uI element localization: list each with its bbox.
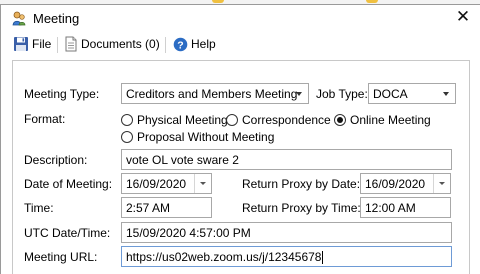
format-physical-label: Physical Meeting bbox=[137, 113, 228, 127]
window-title: Meeting bbox=[33, 11, 80, 26]
time-input[interactable]: 2:57 AM bbox=[121, 197, 212, 218]
meeting-url-input[interactable]: https://us02web.zoom.us/j/12345678 bbox=[121, 246, 452, 267]
format-physical-radio[interactable]: Physical Meeting bbox=[121, 113, 228, 127]
chevron-down-icon[interactable] bbox=[438, 84, 455, 103]
chevron-down-icon[interactable] bbox=[291, 84, 308, 103]
format-proposal-label: Proposal Without Meeting bbox=[137, 130, 275, 144]
time-value: 2:57 AM bbox=[126, 201, 171, 215]
documents-menu[interactable]: Documents (0) bbox=[64, 34, 160, 54]
radio-off-icon bbox=[121, 131, 133, 143]
time-label: Time: bbox=[24, 201, 54, 215]
title-bar[interactable]: Meeting ✕ bbox=[1, 5, 480, 31]
return-proxy-date-picker[interactable]: 16/09/2020 bbox=[360, 173, 451, 194]
return-proxy-time-input[interactable]: 12:00 AM bbox=[360, 197, 451, 218]
utc-datetime-value: 15/09/2020 4:57:00 PM bbox=[126, 226, 251, 240]
description-input[interactable]: vote OL vote sware 2 bbox=[121, 149, 452, 170]
help-menu[interactable]: ? Help bbox=[173, 34, 216, 54]
return-proxy-time-label: Return Proxy by Time: bbox=[242, 201, 361, 215]
users-icon bbox=[12, 11, 26, 26]
svg-text:?: ? bbox=[177, 39, 183, 51]
close-button[interactable]: ✕ bbox=[454, 8, 472, 26]
toolbar-separator bbox=[165, 37, 166, 53]
help-menu-label: Help bbox=[191, 37, 216, 51]
documents-menu-label: Documents (0) bbox=[81, 37, 160, 51]
job-type-value: DOCA bbox=[373, 87, 408, 101]
background-decoration bbox=[366, 0, 378, 3]
save-icon bbox=[14, 37, 28, 51]
document-icon bbox=[65, 36, 77, 52]
meeting-url-label: Meeting URL: bbox=[24, 250, 98, 264]
description-value: vote OL vote sware 2 bbox=[126, 153, 239, 167]
description-label: Description: bbox=[24, 153, 88, 167]
toolbar-separator bbox=[57, 37, 58, 53]
radio-off-icon bbox=[121, 114, 133, 126]
meeting-url-text: https://us02web.zoom.us/j/12345678 bbox=[126, 250, 322, 264]
utc-datetime-label: UTC Date/Time: bbox=[24, 226, 111, 240]
help-icon: ? bbox=[173, 37, 188, 51]
format-proposal-radio[interactable]: Proposal Without Meeting bbox=[121, 130, 274, 144]
background-decoration bbox=[212, 0, 224, 3]
toolbar: File Documents (0) ? Help bbox=[1, 34, 480, 56]
date-of-meeting-picker[interactable]: 16/09/2020 bbox=[121, 173, 212, 194]
radio-off-icon bbox=[226, 114, 238, 126]
format-online-label: Online Meeting bbox=[350, 113, 431, 127]
meeting-type-label: Meeting Type: bbox=[24, 87, 100, 101]
return-proxy-date-label: Return Proxy by Date: bbox=[242, 177, 361, 191]
format-correspondence-label: Correspondence bbox=[242, 113, 331, 127]
radio-on-icon bbox=[334, 114, 346, 126]
utc-datetime-input[interactable]: 15/09/2020 4:57:00 PM bbox=[121, 222, 452, 243]
return-proxy-date-value: 16/09/2020 bbox=[365, 177, 426, 191]
job-type-label: Job Type: bbox=[316, 87, 368, 101]
file-menu[interactable]: File bbox=[13, 34, 51, 54]
meeting-url-value: https://us02web.zoom.us/j/12345678 bbox=[126, 250, 324, 265]
format-label: Format: bbox=[24, 112, 66, 126]
chevron-down-icon[interactable] bbox=[194, 174, 211, 193]
date-of-meeting-label: Date of Meeting: bbox=[24, 177, 113, 191]
file-menu-label: File bbox=[32, 37, 52, 51]
chevron-down-icon[interactable] bbox=[433, 174, 450, 193]
text-cursor bbox=[322, 251, 324, 265]
meeting-details-panel: Meeting Type: Creditors and Members Meet… bbox=[12, 60, 470, 274]
meeting-dialog: Meeting ✕ File Documents (0) ? Help Meet… bbox=[0, 4, 480, 274]
return-proxy-time-value: 12:00 AM bbox=[365, 201, 416, 215]
date-of-meeting-value: 16/09/2020 bbox=[126, 177, 187, 191]
meeting-type-select[interactable]: Creditors and Members Meeting bbox=[121, 83, 309, 104]
meeting-type-value: Creditors and Members Meeting bbox=[126, 87, 298, 101]
format-online-radio[interactable]: Online Meeting bbox=[334, 113, 431, 127]
format-correspondence-radio[interactable]: Correspondence bbox=[226, 113, 331, 127]
job-type-select[interactable]: DOCA bbox=[368, 83, 456, 104]
